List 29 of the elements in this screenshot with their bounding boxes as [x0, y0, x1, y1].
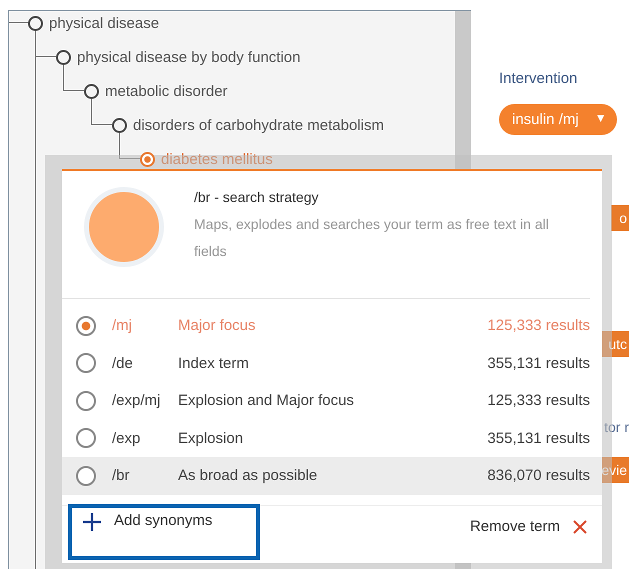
tree-item[interactable]: disorders of carbohydrate metabolism — [133, 116, 384, 134]
tree-item[interactable]: metabolic disorder — [105, 82, 228, 100]
radio-button[interactable] — [76, 353, 96, 374]
tree-node-icon[interactable] — [28, 16, 43, 30]
option-row[interactable]: /de Index term 355,131 results — [62, 344, 602, 382]
close-icon — [572, 518, 588, 534]
remove-term-button[interactable]: Remove term — [470, 518, 588, 535]
radio-button[interactable] — [76, 428, 96, 448]
radio-button[interactable] — [76, 466, 96, 486]
partial-text: tor r — [604, 419, 629, 435]
plus-icon — [82, 512, 102, 532]
radio-button[interactable] — [76, 390, 96, 411]
tree-node-icon[interactable] — [56, 50, 71, 64]
connector-line — [63, 65, 84, 91]
popup-title: /br - search strategy — [194, 189, 320, 205]
option-row[interactable]: /br As broad as possible 836,070 results — [62, 457, 602, 494]
tree-item[interactable]: physical disease — [49, 14, 160, 32]
option-row[interactable]: /exp/mj Explosion and Major focus 125,333 results — [62, 382, 602, 420]
connector-line — [119, 133, 140, 159]
tree-item[interactable]: physical disease by body function — [77, 48, 300, 66]
intervention-label: Intervention — [499, 70, 578, 87]
radio-button[interactable] — [76, 316, 96, 336]
option-row[interactable]: /exp Explosion 355,131 results — [62, 420, 602, 457]
popup-description: Maps, explodes and searches your term as free text in all fields — [194, 215, 550, 261]
add-synonyms-button[interactable]: Add synonyms — [68, 504, 260, 560]
tree-node-icon[interactable] — [112, 118, 127, 132]
tree-node-icon[interactable] — [140, 152, 155, 166]
tree-node-icon[interactable] — [84, 84, 99, 98]
connector-line — [91, 99, 112, 125]
